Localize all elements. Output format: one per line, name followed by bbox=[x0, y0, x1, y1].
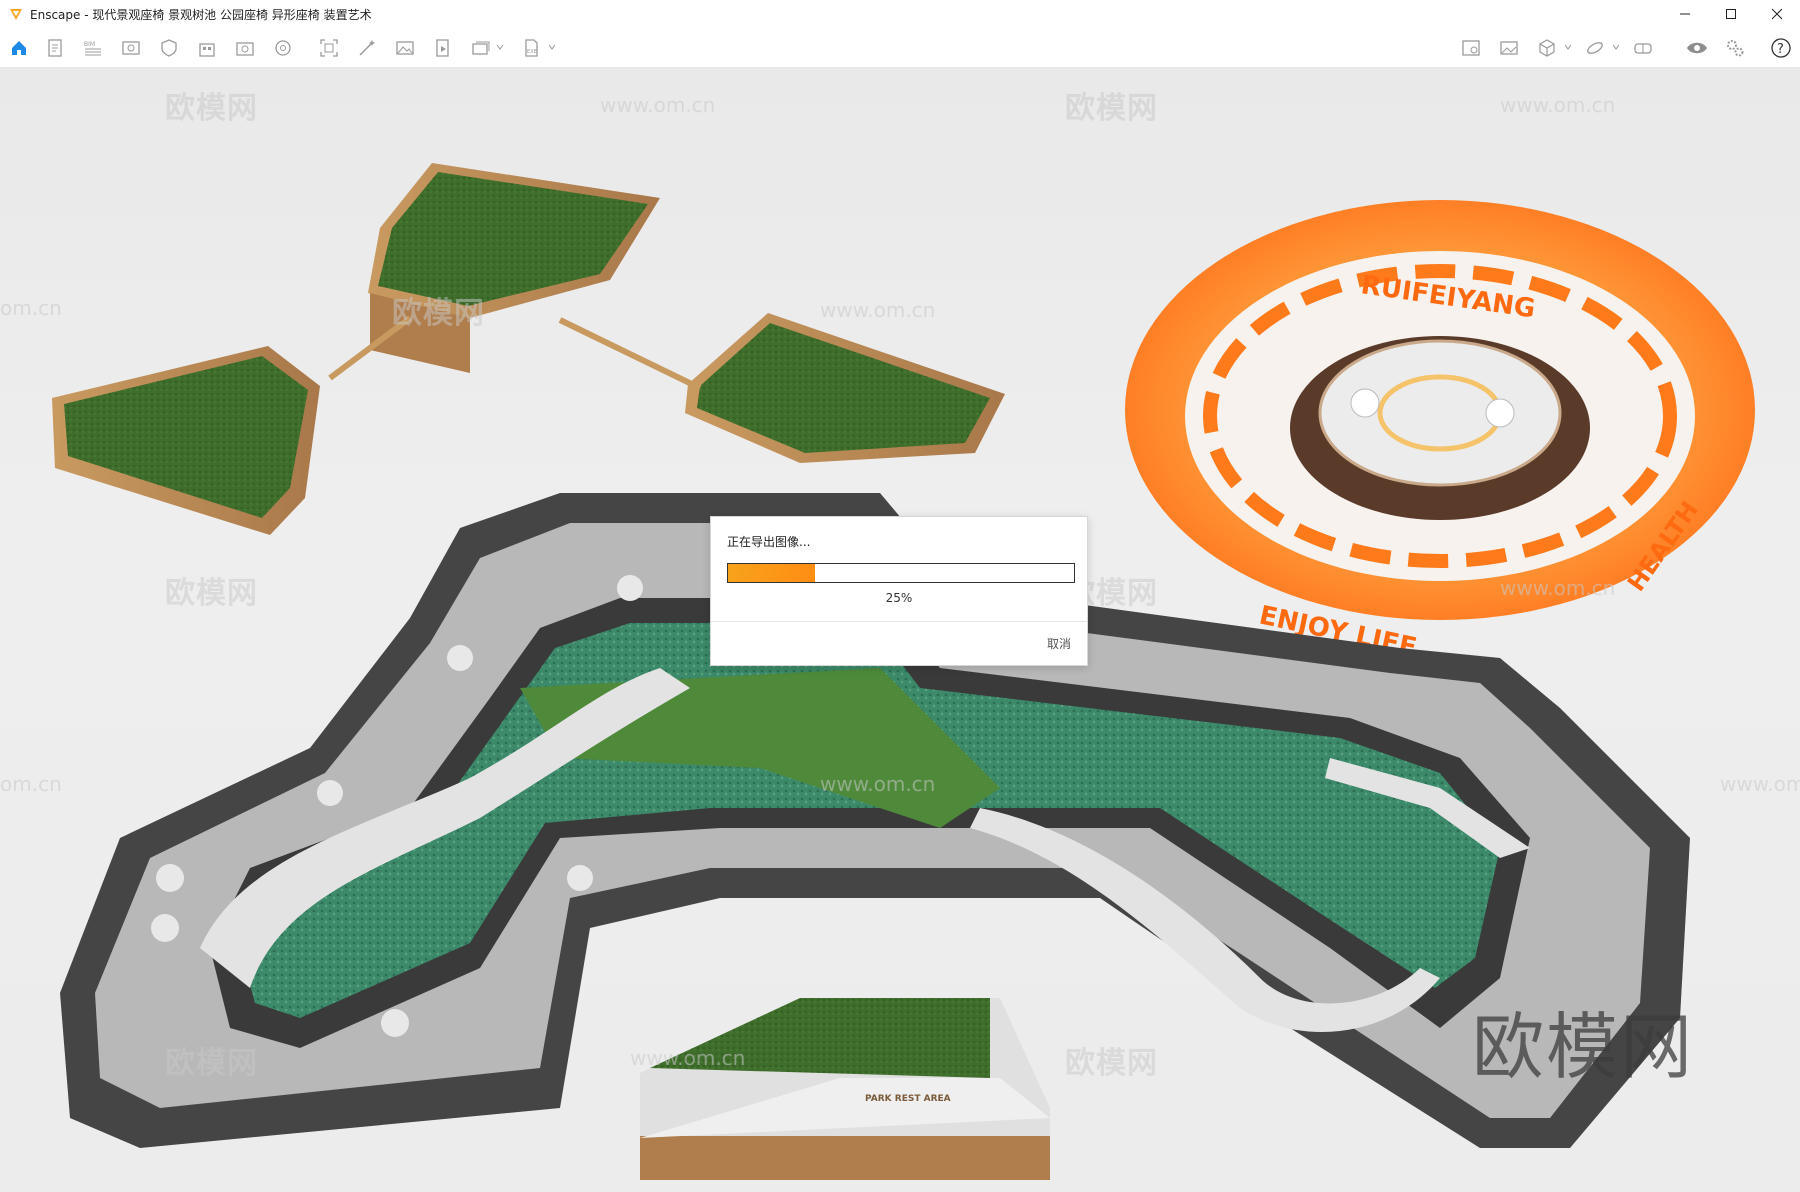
capture-icon[interactable] bbox=[318, 37, 340, 59]
document-icon[interactable] bbox=[44, 37, 66, 59]
orange-installation: RUIFEIYANG ENJOY LIFE HEALTH bbox=[1125, 200, 1755, 663]
vr-headset-icon[interactable] bbox=[1632, 37, 1654, 59]
close-button[interactable] bbox=[1754, 0, 1800, 28]
dialog-title: 正在导出图像... bbox=[727, 535, 811, 549]
progress-percent-text: 25% bbox=[885, 591, 913, 605]
svg-text:?: ? bbox=[1777, 42, 1784, 57]
planter-set-topleft bbox=[52, 163, 1005, 535]
chevron-down-icon[interactable] bbox=[548, 43, 556, 51]
safe-frame-icon[interactable] bbox=[158, 37, 180, 59]
asset-library-icon[interactable] bbox=[234, 37, 256, 59]
export-icon[interactable]: EXE bbox=[520, 37, 542, 59]
progress-bar bbox=[727, 563, 1075, 583]
cube-icon[interactable] bbox=[1536, 37, 1558, 59]
park-sign-text: PARK REST AREA bbox=[865, 1094, 951, 1104]
title-bar: Enscape - 现代景观座椅 景观树池 公园座椅 异形座椅 装置艺术 bbox=[0, 0, 1800, 28]
orbit-icon[interactable] bbox=[1584, 37, 1606, 59]
close-icon bbox=[1771, 8, 1783, 20]
view-icon[interactable] bbox=[120, 37, 142, 59]
window-controls bbox=[1662, 0, 1800, 28]
cancel-button[interactable]: 取消 bbox=[1047, 635, 1071, 652]
image-icon[interactable] bbox=[394, 37, 416, 59]
home-icon[interactable] bbox=[8, 37, 30, 59]
chevron-down-icon[interactable] bbox=[1564, 43, 1572, 51]
image-export-icon[interactable] bbox=[1460, 37, 1482, 59]
settings-wheel-icon[interactable] bbox=[272, 37, 294, 59]
bim-icon[interactable]: BIM bbox=[82, 37, 104, 59]
progress-bar-fill bbox=[728, 564, 815, 582]
maximize-icon bbox=[1726, 9, 1736, 19]
toolbar: BIM EXE ? bbox=[0, 28, 1800, 89]
window-title: Enscape - 现代景观座椅 景观树池 公园座椅 异形座椅 装置艺术 bbox=[30, 7, 372, 22]
settings-gear-icon[interactable] bbox=[1724, 37, 1746, 59]
dialog-divider bbox=[711, 621, 1087, 622]
export-progress-dialog: 正在导出图像... 25% 取消 bbox=[710, 516, 1088, 666]
chevron-down-icon[interactable] bbox=[1612, 43, 1620, 51]
help-icon[interactable]: ? bbox=[1770, 37, 1792, 59]
magic-wand-icon[interactable] bbox=[356, 37, 378, 59]
screenshot-icon[interactable] bbox=[1498, 37, 1520, 59]
eye-icon[interactable] bbox=[1686, 37, 1708, 59]
minimize-icon bbox=[1680, 13, 1690, 15]
video-path-icon[interactable] bbox=[432, 37, 454, 59]
svg-text:BIM: BIM bbox=[84, 41, 95, 48]
maximize-button[interactable] bbox=[1708, 0, 1754, 28]
minimize-button[interactable] bbox=[1662, 0, 1708, 28]
batch-render-icon[interactable] bbox=[470, 37, 492, 59]
building-icon[interactable] bbox=[196, 37, 218, 59]
svg-text:EXE: EXE bbox=[527, 49, 537, 55]
chevron-down-icon[interactable] bbox=[496, 43, 504, 51]
enscape-logo-icon bbox=[8, 6, 24, 22]
sign-planter: PARK REST AREA bbox=[640, 998, 1050, 1180]
